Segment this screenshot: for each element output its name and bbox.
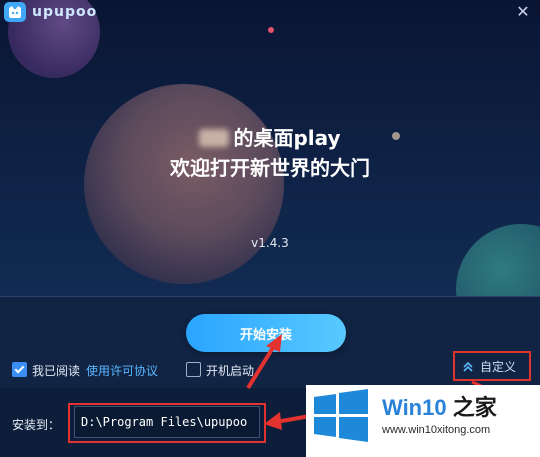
agree-label: 我已阅读 — [32, 364, 81, 378]
headline-line1-text: 的桌面play — [233, 126, 341, 150]
redacted-brand-blur — [199, 129, 230, 147]
autostart-checkbox[interactable] — [186, 362, 201, 377]
close-icon[interactable]: ✕ — [514, 2, 532, 21]
install-path-label: 安装到： — [12, 418, 61, 432]
decor-orb — [456, 224, 540, 296]
custom-label: 自定义 — [480, 360, 517, 374]
decor-dot — [268, 27, 274, 33]
watermark-title: Win10 之家 — [382, 390, 497, 422]
divider — [0, 296, 540, 297]
version-label: v1.4.3 — [251, 236, 289, 250]
app-logo-icon — [4, 2, 26, 22]
app-brand: upupoo — [32, 4, 98, 20]
watermark-title-suffix: 之家 — [446, 395, 497, 420]
watermark-url: www.win10xitong.com — [382, 424, 491, 436]
headline-line1: 的桌面play — [0, 122, 540, 151]
headline-line2: 欢迎打开新世界的大门 — [170, 156, 370, 180]
annotation-arrow-icon — [264, 412, 311, 430]
double-chevron-up-icon — [463, 361, 473, 372]
windows-logo-icon — [314, 389, 368, 442]
annotation-arrow-icon — [246, 334, 282, 390]
custom-install-toggle[interactable]: 自定义 — [462, 358, 516, 375]
license-agreement-link[interactable]: 使用许可协议 — [86, 362, 158, 379]
watermark-title-prefix: Win10 — [382, 395, 447, 420]
decor-orb — [84, 84, 284, 284]
annotation-highlight-box — [68, 403, 266, 443]
agree-checkbox[interactable] — [12, 362, 27, 377]
